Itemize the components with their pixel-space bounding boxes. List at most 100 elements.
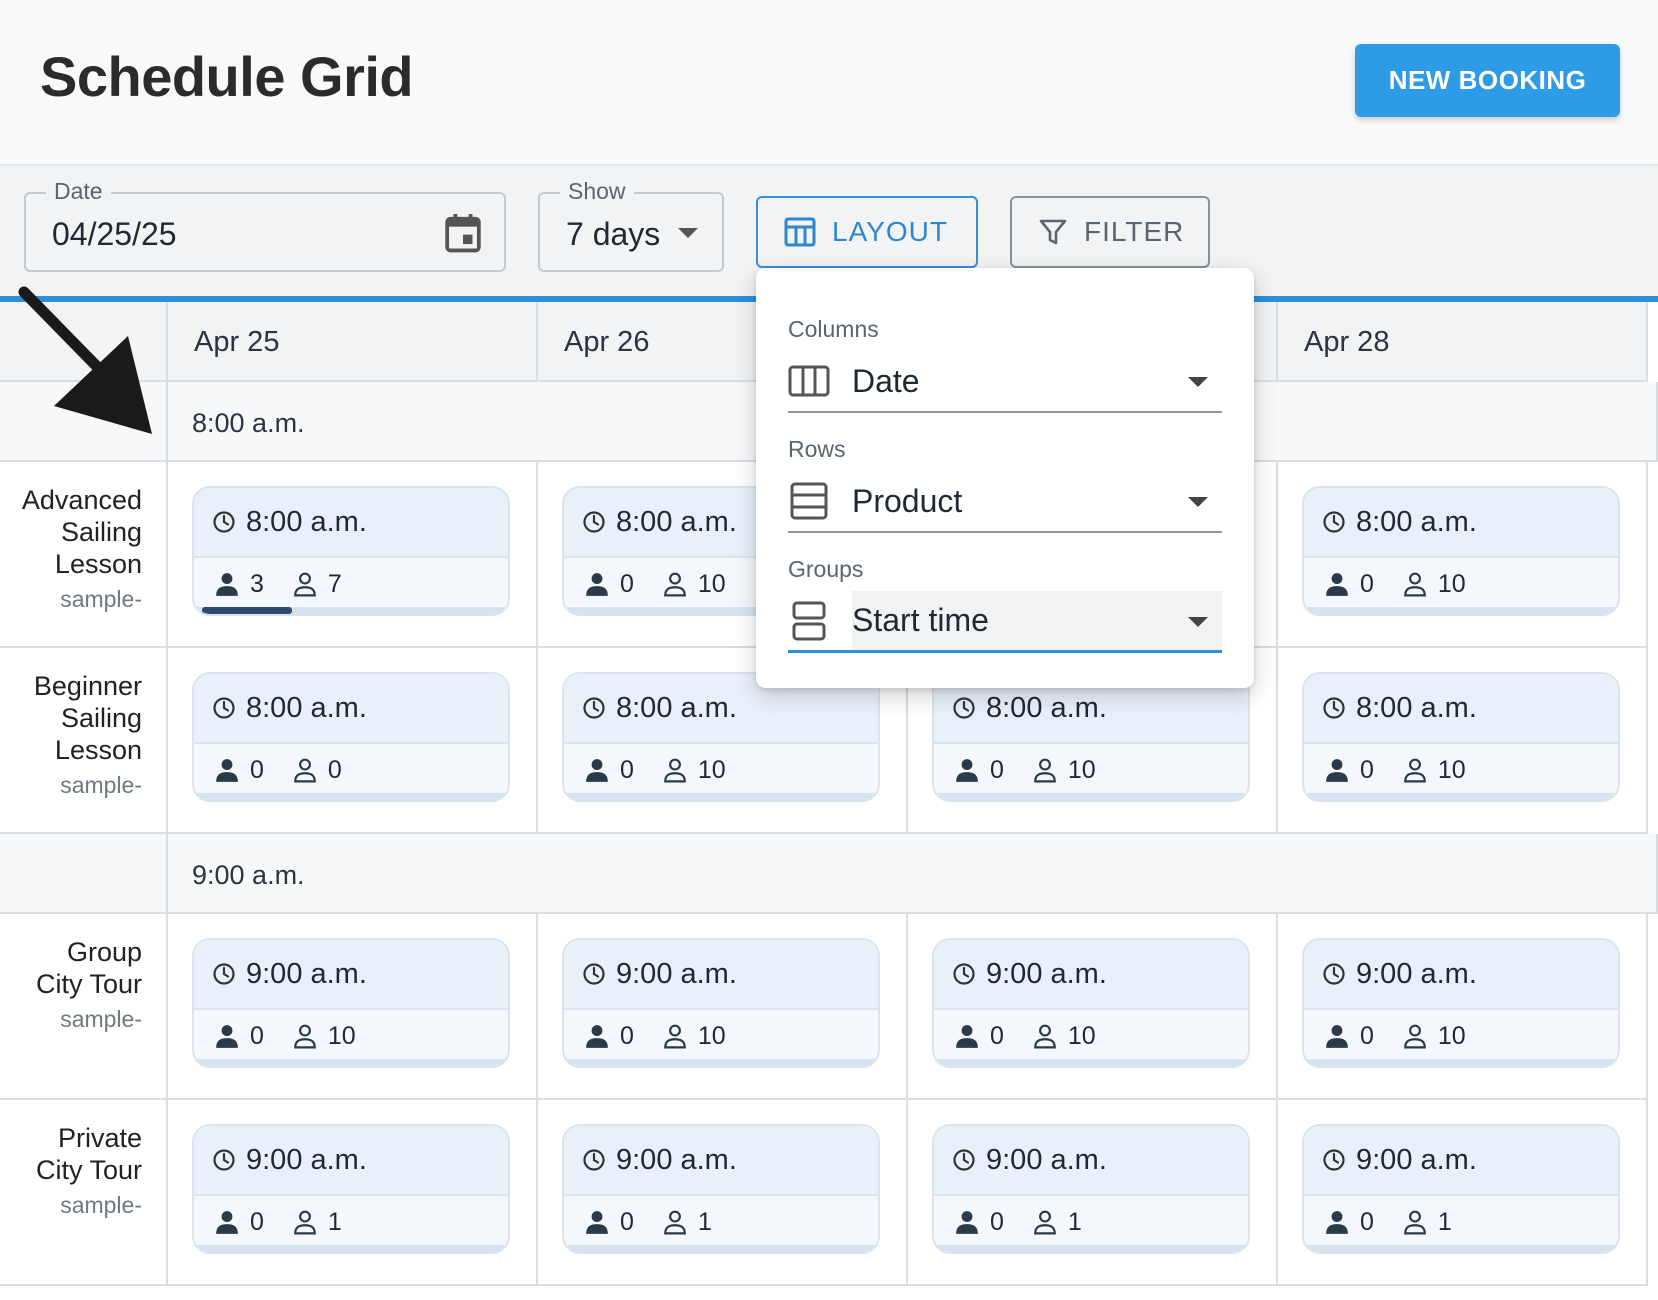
timeslot-counts: 01 — [564, 1196, 878, 1248]
date-field-value[interactable]: 04/25/25 — [52, 216, 177, 253]
date-field[interactable]: Date 04/25/25 — [24, 178, 506, 272]
page-title: Schedule Grid — [40, 45, 414, 108]
view-column-icon — [788, 365, 830, 397]
calendar-icon[interactable] — [444, 212, 482, 254]
timeslot-card[interactable]: 9:00 a.m. 0 1 — [562, 1124, 880, 1254]
slot-cell: 9:00 a.m. 0 1 — [908, 1100, 1278, 1286]
clock-icon — [583, 1149, 605, 1171]
person-outline-icon — [294, 572, 316, 597]
person-filled-icon — [216, 573, 238, 596]
show-select-value[interactable]: 7 days — [566, 216, 660, 253]
booked-count-value: 0 — [990, 1021, 1004, 1050]
arrow-annotation-icon — [18, 286, 152, 434]
timeslot-card[interactable]: 9:00 a.m. 0 10 — [192, 938, 510, 1068]
timeslot-card[interactable]: 9:00 a.m. 0 1 — [1302, 1124, 1620, 1254]
booked-count-value: 0 — [990, 755, 1004, 784]
capacity-bar — [934, 793, 1248, 800]
person-outline-icon — [664, 1024, 686, 1049]
timeslot-card[interactable]: 9:00 a.m. 0 10 — [562, 938, 880, 1068]
person-outline-icon — [1404, 758, 1426, 783]
chevron-down-icon[interactable] — [678, 228, 698, 238]
person-filled-icon — [1326, 1211, 1348, 1234]
timeslot-time: 9:00 a.m. — [986, 1143, 1107, 1176]
product-sku: sample- — [60, 586, 142, 612]
timeslot-card[interactable]: 8:00 a.m. 0 10 — [562, 672, 880, 802]
available-count: 1 — [662, 1208, 712, 1237]
product-name-line: Beginner — [33, 671, 142, 701]
groups-label: Groups — [788, 556, 864, 582]
columns-value: Date — [852, 362, 920, 399]
person-filled-icon — [1326, 759, 1348, 782]
person-filled-icon — [586, 573, 608, 596]
clock-icon — [583, 963, 605, 985]
capacity-bar — [1304, 1245, 1618, 1252]
timeslot-time: 8:00 a.m. — [1356, 505, 1477, 538]
timeslot-card[interactable]: 8:00 a.m. 3 7 — [192, 486, 510, 616]
person-outline-icon — [1034, 758, 1056, 783]
available-count-value: 1 — [1437, 1207, 1452, 1236]
layout-button[interactable]: LAYOUT — [756, 196, 978, 268]
slot-cell: 8:00 a.m. 0 10 — [1278, 648, 1648, 834]
available-count: 10 — [1402, 570, 1466, 599]
product-name-line: Sailing — [60, 517, 142, 547]
timeslot-card[interactable]: 8:00 a.m. 0 0 — [192, 672, 510, 802]
chevron-down-icon[interactable] — [1188, 377, 1208, 387]
timeslot-card[interactable]: 8:00 a.m. 0 10 — [1302, 486, 1620, 616]
clock-icon — [583, 697, 605, 719]
booked-count-value: 3 — [250, 569, 264, 598]
product-name: Advanced Sailing Lesson — [0, 484, 142, 580]
timeslot-card[interactable]: 9:00 a.m. 0 1 — [192, 1124, 510, 1254]
timeslot-card[interactable]: 9:00 a.m. 0 10 — [1302, 938, 1620, 1068]
person-outline-icon — [664, 758, 686, 783]
header-bar: Schedule Grid NEW BOOKING — [0, 0, 1658, 166]
product-name-line: Sailing — [60, 703, 142, 733]
view-agenda-icon — [792, 601, 826, 640]
timeslot-time-row: 9:00 a.m. — [194, 1126, 508, 1196]
person-filled-icon — [956, 1211, 978, 1234]
slot-cell: 8:00 a.m. 0 10 — [1278, 462, 1648, 648]
capacity-bar — [1304, 607, 1618, 614]
clock-icon — [1323, 963, 1345, 985]
person-filled-icon — [1326, 1025, 1348, 1048]
timeslot-counts: 01 — [194, 1196, 508, 1248]
capacity-bar — [564, 1245, 878, 1252]
columns-label: Columns — [788, 316, 879, 342]
new-booking-button[interactable]: NEW BOOKING — [1355, 44, 1620, 117]
product-name-line: Lesson — [54, 735, 142, 765]
slot-cell: 9:00 a.m. 0 1 — [538, 1100, 908, 1286]
booked-count: 0 — [214, 1022, 264, 1051]
filter-button[interactable]: FILTER — [1010, 196, 1210, 268]
timeslot-time: 9:00 a.m. — [1356, 1143, 1477, 1176]
booked-count-value: 0 — [620, 755, 634, 784]
layout-button-label: LAYOUT — [832, 216, 948, 247]
product-sku: sample- — [60, 1192, 142, 1218]
capacity-bar — [1304, 1059, 1618, 1066]
capacity-bar — [194, 1059, 508, 1066]
booked-count: 0 — [584, 756, 634, 785]
available-count: 1 — [1032, 1208, 1082, 1237]
columns-select[interactable]: Date — [788, 351, 1222, 413]
rows-select[interactable]: Product — [788, 471, 1222, 533]
capacity-bar — [1304, 793, 1618, 800]
timeslot-time: 8:00 a.m. — [616, 691, 737, 724]
groups-select[interactable]: Start time — [788, 591, 1222, 653]
person-outline-icon — [664, 572, 686, 597]
show-select[interactable]: Show 7 days — [538, 178, 724, 272]
available-count-value: 0 — [327, 755, 342, 784]
person-filled-icon — [586, 759, 608, 782]
rows-value: Product — [852, 482, 963, 519]
timeslot-time: 9:00 a.m. — [246, 1143, 367, 1176]
clock-icon — [213, 1149, 235, 1171]
timeslot-card[interactable]: 8:00 a.m. 0 10 — [932, 672, 1250, 802]
timeslot-card[interactable]: 9:00 a.m. 0 10 — [932, 938, 1250, 1068]
timeslot-card[interactable]: 9:00 a.m. 0 1 — [932, 1124, 1250, 1254]
timeslot-time: 9:00 a.m. — [616, 1143, 737, 1176]
booked-count: 0 — [1324, 756, 1374, 785]
available-count: 0 — [292, 756, 342, 785]
chevron-down-icon[interactable] — [1188, 497, 1208, 507]
chevron-down-icon[interactable] — [1188, 617, 1208, 627]
timeslot-time-row: 9:00 a.m. — [194, 940, 508, 1010]
timeslot-card[interactable]: 8:00 a.m. 0 10 — [1302, 672, 1620, 802]
person-filled-icon — [216, 759, 238, 782]
slot-cell: 9:00 a.m. 0 10 — [538, 914, 908, 1100]
